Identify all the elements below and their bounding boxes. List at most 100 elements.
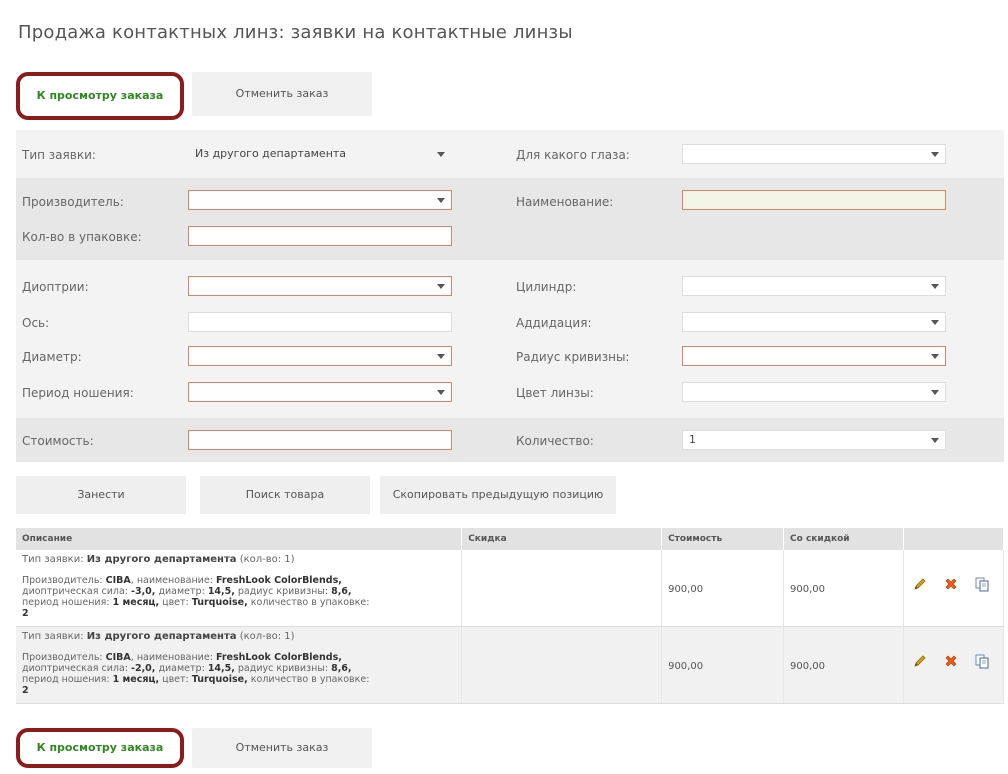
search-product-button[interactable]: Поиск товара — [200, 476, 370, 514]
addition-select[interactable] — [682, 312, 946, 332]
pencil-icon[interactable] — [912, 576, 928, 592]
type-label: Тип заявки: — [22, 554, 84, 565]
detail-label: Производитель: — [22, 652, 103, 663]
diameter-label: Диаметр: — [22, 350, 82, 364]
eye-select[interactable] — [682, 144, 946, 164]
row-actions — [903, 626, 1005, 704]
delete-x-icon[interactable] — [943, 576, 959, 592]
col-cost: Стоимость — [661, 528, 785, 550]
chevron-down-icon — [437, 198, 445, 203]
row-type-line: Тип заявки: Из другого департамента (кол… — [22, 631, 455, 642]
type-label: Тип заявки: — [22, 631, 84, 642]
detail-manufacturer: CIBA — [105, 575, 131, 586]
order-type-value: Из другого департамента — [195, 147, 347, 160]
detail-label: период ношения: — [22, 674, 110, 685]
detail-label: количество в упаковке: — [250, 597, 370, 608]
row-discounted: 900,00 — [783, 550, 904, 627]
discount-value — [462, 627, 661, 661]
detail-label: диоптрическая сила: — [22, 586, 128, 597]
discount-value — [462, 550, 661, 584]
order-type-label: Тип заявки: — [22, 148, 96, 162]
form-row-type: Тип заявки: Из другого департамента Для … — [16, 130, 1004, 178]
detail-manufacturer: CIBA — [105, 652, 131, 663]
detail-label: радиус кривизны: — [237, 586, 329, 597]
order-type-select[interactable]: Из другого департамента — [188, 144, 452, 164]
row-actions — [903, 550, 1005, 627]
chevron-down-icon — [931, 320, 939, 325]
eye-label: Для какого глаза: — [516, 148, 630, 162]
pencil-icon[interactable] — [912, 653, 928, 669]
detail-pack: 2 — [22, 608, 29, 619]
detail-power: -2,0, — [131, 663, 156, 674]
detail-name: FreshLook ColorBlends, — [215, 575, 342, 586]
row-discount — [461, 626, 663, 704]
diopters-select[interactable] — [188, 276, 452, 296]
discounted-value: 900,00 — [790, 661, 826, 672]
detail-diameter: 14,5, — [207, 663, 235, 674]
copy-previous-button[interactable]: Скопировать предыдущую позицию — [380, 476, 616, 514]
cost-value: 900,00 — [668, 661, 704, 672]
detail-power: -3,0, — [131, 586, 156, 597]
chevron-down-icon — [437, 390, 445, 395]
lens-color-select[interactable] — [682, 382, 946, 402]
pack-qty-label: Кол-во в упаковке: — [22, 230, 142, 244]
pack-qty-input[interactable] — [188, 226, 452, 246]
tab-view-order-bottom[interactable]: К просмотру заказа — [16, 728, 184, 768]
detail-name: FreshLook ColorBlends, — [215, 652, 342, 663]
detail-label: количество в упаковке: — [250, 674, 370, 685]
quantity-label: Количество: — [516, 434, 594, 448]
type-qty: (кол-во: 1) — [239, 554, 295, 565]
detail-period: 1 месяц, — [112, 597, 160, 608]
row-cost: 900,00 — [661, 550, 785, 627]
detail-label: диоптрическая сила: — [22, 663, 128, 674]
type-value: Из другого департамента — [86, 631, 237, 642]
row-details: Производитель: CIBA, наименование: Fresh… — [22, 652, 370, 696]
detail-label: цвет: — [162, 674, 189, 685]
detail-color: Turquoise, — [191, 674, 248, 685]
type-qty: (кол-во: 1) — [239, 631, 295, 642]
form-row-product: Производитель: Наименование: Кол-во в уп… — [16, 178, 1004, 260]
wear-period-label: Период ношения: — [22, 386, 134, 400]
cost-input[interactable] — [188, 430, 452, 450]
delete-x-icon[interactable] — [943, 653, 959, 669]
row-type-line: Тип заявки: Из другого департамента (кол… — [22, 554, 455, 565]
quantity-select[interactable]: 1 — [682, 430, 946, 450]
tab-cancel-order-bottom[interactable]: Отменить заказ — [192, 728, 372, 768]
axis-label: Ось: — [22, 316, 50, 330]
chevron-down-icon — [931, 354, 939, 359]
row-cost: 900,00 — [661, 626, 785, 704]
table-row: Тип заявки: Из другого департамента (кол… — [16, 626, 1005, 704]
row-description: Тип заявки: Из другого департамента (кол… — [16, 626, 463, 704]
detail-label: диаметр: — [158, 586, 205, 597]
detail-color: Turquoise, — [191, 597, 248, 608]
copy-icon[interactable] — [974, 653, 990, 669]
col-discounted: Со скидкой — [783, 528, 904, 550]
detail-label: цвет: — [162, 597, 189, 608]
name-input[interactable] — [682, 190, 946, 210]
chevron-down-icon — [931, 438, 939, 443]
detail-label: диаметр: — [158, 663, 205, 674]
axis-input[interactable] — [188, 312, 452, 332]
detail-label: наименование: — [136, 575, 213, 586]
page-title: Продажа контактных линз: заявки на конта… — [18, 22, 573, 43]
tab-cancel-order-top[interactable]: Отменить заказ — [192, 72, 372, 116]
detail-radius: 8,6, — [331, 586, 352, 597]
chevron-down-icon — [931, 152, 939, 157]
manufacturer-select[interactable] — [188, 190, 452, 210]
submit-button[interactable]: Занести — [16, 476, 186, 514]
cylinder-select[interactable] — [682, 276, 946, 296]
row-discount — [461, 550, 663, 627]
discounted-value: 900,00 — [790, 584, 826, 595]
tab-view-order-top[interactable]: К просмотру заказа — [16, 72, 184, 120]
cost-label: Стоимость: — [22, 434, 94, 448]
detail-period: 1 месяц, — [112, 674, 160, 685]
form-row-cost: Стоимость: Количество: 1 — [16, 418, 1004, 462]
curvature-label: Радиус кривизны: — [516, 350, 630, 364]
chevron-down-icon — [931, 284, 939, 289]
detail-label: период ношения: — [22, 597, 110, 608]
diameter-select[interactable] — [188, 346, 452, 366]
wear-period-select[interactable] — [188, 382, 452, 402]
copy-icon[interactable] — [974, 576, 990, 592]
order-items-table: Описание Скидка Стоимость Со скидкой Тип… — [16, 528, 1005, 704]
curvature-select[interactable] — [682, 346, 946, 366]
